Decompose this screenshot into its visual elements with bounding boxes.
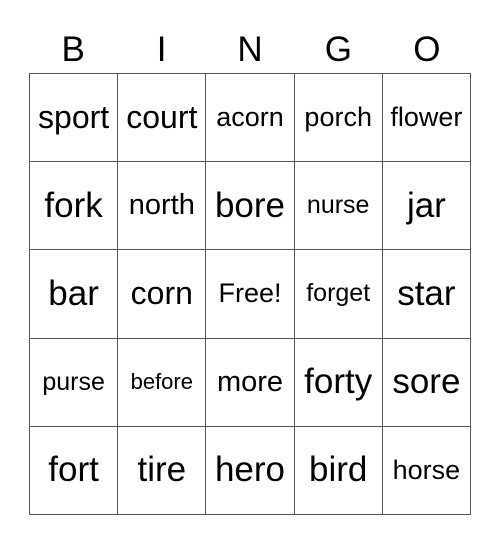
header-letter-o: O bbox=[413, 30, 441, 69]
bingo-cell[interactable]: forget bbox=[294, 250, 383, 339]
bingo-cell[interactable]: acorn bbox=[206, 74, 295, 163]
bingo-cell[interactable]: fork bbox=[30, 162, 119, 251]
bingo-cell[interactable]: bar bbox=[30, 250, 119, 339]
header-letter-b: B bbox=[61, 30, 85, 69]
bingo-cell[interactable]: tire bbox=[118, 426, 207, 515]
bingo-cell[interactable]: more bbox=[206, 338, 295, 427]
bingo-cell[interactable]: porch bbox=[294, 74, 383, 163]
bingo-board: sport court acorn porch flower fork nort… bbox=[29, 73, 471, 515]
bingo-cell[interactable]: bore bbox=[206, 162, 295, 251]
bingo-cell[interactable]: bird bbox=[294, 426, 383, 515]
bingo-cell[interactable]: before bbox=[118, 338, 207, 427]
bingo-cell[interactable]: flower bbox=[382, 74, 471, 163]
free-space-cell[interactable]: Free! bbox=[206, 250, 295, 339]
bingo-cell[interactable]: star bbox=[382, 250, 471, 339]
bingo-cell[interactable]: corn bbox=[118, 250, 207, 339]
bingo-header: B I N G O bbox=[29, 28, 471, 72]
bingo-cell[interactable]: sport bbox=[30, 74, 119, 163]
bingo-cell[interactable]: jar bbox=[382, 162, 471, 251]
bingo-cell[interactable]: court bbox=[118, 74, 207, 163]
bingo-cell[interactable]: fort bbox=[30, 426, 119, 515]
header-letter-n: N bbox=[237, 30, 263, 69]
header-letter-g: G bbox=[324, 30, 353, 69]
bingo-cell[interactable]: nurse bbox=[294, 162, 383, 251]
bingo-cell[interactable]: sore bbox=[382, 338, 471, 427]
bingo-cell[interactable]: horse bbox=[382, 426, 471, 515]
header-letter-i: I bbox=[156, 30, 167, 69]
bingo-cell[interactable]: purse bbox=[30, 338, 119, 427]
bingo-cell[interactable]: hero bbox=[206, 426, 295, 515]
bingo-cell[interactable]: north bbox=[118, 162, 207, 251]
bingo-cell[interactable]: forty bbox=[294, 338, 383, 427]
